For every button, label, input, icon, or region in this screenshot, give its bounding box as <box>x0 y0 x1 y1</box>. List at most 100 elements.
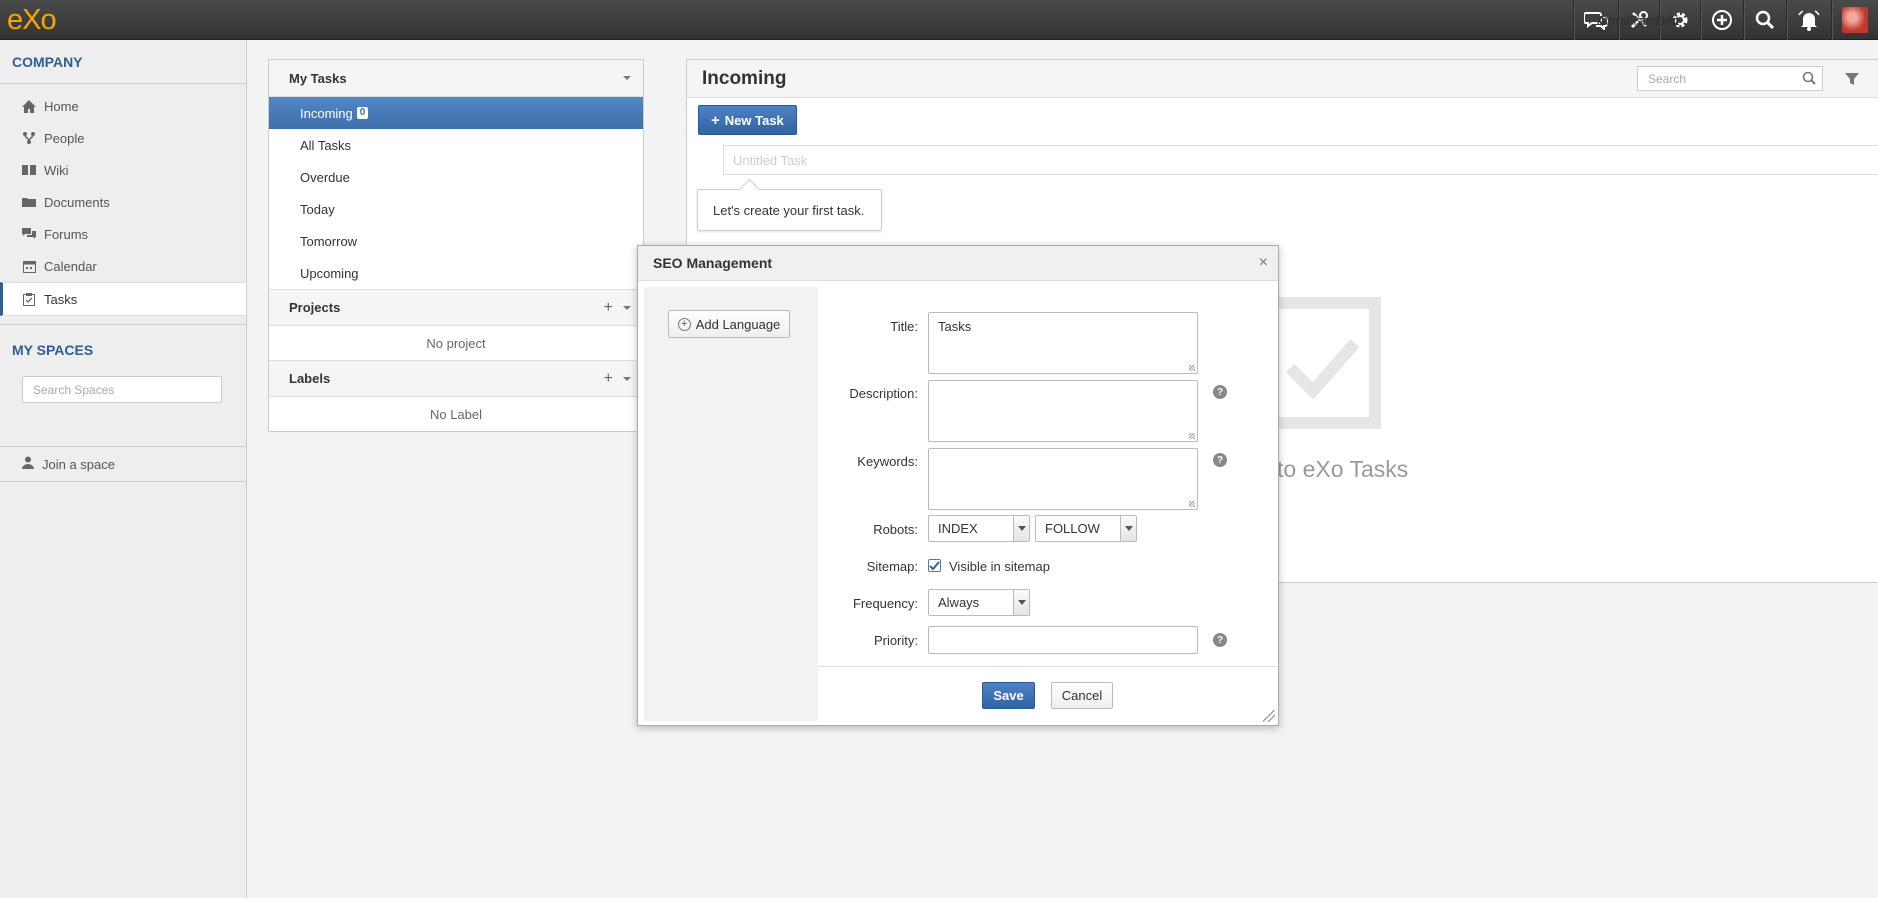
filter-overdue[interactable]: Overdue <box>269 161 643 193</box>
robots-label: Robots: <box>873 522 918 537</box>
robots-index-select[interactable]: INDEX <box>928 515 1030 542</box>
join-space-link[interactable]: Join a space <box>0 446 246 482</box>
search-spaces-input[interactable]: Search Spaces <box>22 376 222 403</box>
close-icon[interactable]: × <box>1259 254 1268 272</box>
user-name: CoralPay Dev <box>1598 12 1679 28</box>
filter-icon[interactable] <box>1845 70 1859 92</box>
sidebar-item-tasks[interactable]: Tasks <box>0 282 246 316</box>
sitemap-text: Visible in sitemap <box>949 559 1050 574</box>
checkmark-icon <box>929 560 940 570</box>
add-language-button[interactable]: + Add Language <box>668 310 790 338</box>
search-icon <box>1754 9 1776 31</box>
description-field[interactable] <box>928 380 1198 442</box>
add-label-icon[interactable]: + <box>604 370 613 388</box>
chevron-down-icon[interactable] <box>623 76 631 80</box>
filter-label: Tomorrow <box>300 233 358 249</box>
dialog-footer: Save Cancel <box>818 666 1278 724</box>
dialog-header: SEO Management × <box>638 246 1278 281</box>
add-language-label: Add Language <box>695 316 781 332</box>
sidebar-item-label: Tasks <box>44 291 78 307</box>
labels-header[interactable]: Labels + <box>269 360 643 397</box>
projects-header[interactable]: Projects + <box>269 289 643 326</box>
left-sidebar: COMPANY Home People Wiki Documents Forum… <box>0 40 247 898</box>
sidebar-item-people[interactable]: People <box>0 122 246 154</box>
search-input[interactable]: Search <box>1637 66 1823 91</box>
frequency-label: Frequency: <box>852 596 918 611</box>
help-icon[interactable]: ? <box>1213 633 1227 647</box>
filter-upcoming[interactable]: Upcoming <box>269 257 643 289</box>
no-label-text: No Label <box>429 406 483 422</box>
title-label: Title: <box>890 319 918 334</box>
task-title-input[interactable]: Untitled Task <box>723 145 1878 175</box>
company-nav: Home People Wiki Documents Forums Calend… <box>0 84 246 316</box>
sitemap-checkbox[interactable] <box>928 559 941 572</box>
language-panel: + Add Language <box>644 287 818 721</box>
no-project-text: No project <box>426 335 486 351</box>
sidebar-item-calendar[interactable]: Calendar <box>0 250 246 282</box>
sidebar-item-forums[interactable]: Forums <box>0 218 246 250</box>
bell-icon <box>1797 9 1821 31</box>
my-tasks-title: My Tasks <box>289 70 347 86</box>
sidebar-item-label: Wiki <box>44 162 69 178</box>
chevron-down-icon <box>1013 590 1029 615</box>
filter-incoming[interactable]: Incoming 0 <box>269 97 643 129</box>
notifications-button[interactable] <box>1786 0 1831 40</box>
plus-icon: + <box>711 111 720 129</box>
sidebar-item-documents[interactable]: Documents <box>0 186 246 218</box>
welcome-text: to eXo Tasks <box>1277 456 1409 482</box>
sidebar-item-home[interactable]: Home <box>0 90 246 122</box>
user-menu[interactable]: CoralPay Dev <box>1599 0 1878 40</box>
home-icon <box>22 99 36 113</box>
frequency-select[interactable]: Always <box>928 589 1030 616</box>
new-task-button[interactable]: + New Task <box>698 105 797 135</box>
forums-icon <box>22 227 36 241</box>
sitemap-label: Sitemap: <box>866 559 918 574</box>
search-button[interactable] <box>1743 0 1786 40</box>
tasks-icon <box>22 292 36 306</box>
select-value: FOLLOW <box>1045 521 1100 536</box>
search-icon[interactable] <box>1802 71 1816 88</box>
select-value: INDEX <box>938 521 978 536</box>
filter-tomorrow[interactable]: Tomorrow <box>269 225 643 257</box>
panel-header: Incoming Search <box>687 60 1878 98</box>
robots-follow-select[interactable]: FOLLOW <box>1035 515 1137 542</box>
add-project-icon[interactable]: + <box>604 299 613 317</box>
keywords-field[interactable] <box>928 448 1198 510</box>
help-icon[interactable]: ? <box>1213 385 1227 399</box>
priority-field[interactable] <box>928 626 1198 654</box>
documents-icon <box>22 195 36 209</box>
filter-all-tasks[interactable]: All Tasks <box>269 129 643 161</box>
calendar-icon <box>22 259 36 273</box>
add-button[interactable] <box>1700 0 1743 40</box>
filter-label: Incoming <box>300 105 353 121</box>
labels-title: Labels <box>289 371 331 386</box>
sidebar-item-label: Home <box>44 98 79 114</box>
join-space-icon <box>22 456 34 472</box>
plus-circle-icon <box>1711 9 1733 31</box>
avatar <box>1842 7 1868 33</box>
sidebar-item-label: Calendar <box>44 258 97 274</box>
chevron-down-icon[interactable] <box>623 377 631 381</box>
title-field[interactable]: Tasks <box>928 312 1198 374</box>
my-tasks-header[interactable]: My Tasks <box>269 60 643 97</box>
sidebar-item-label: Forums <box>44 226 89 242</box>
my-spaces-heading[interactable]: MY SPACES <box>0 324 246 374</box>
description-label: Description: <box>849 386 918 401</box>
exo-logo[interactable]: eXo <box>7 3 57 37</box>
cancel-button[interactable]: Cancel <box>1051 682 1113 709</box>
company-heading[interactable]: COMPANY <box>0 40 246 84</box>
save-button[interactable]: Save <box>982 682 1035 709</box>
sidebar-item-wiki[interactable]: Wiki <box>0 154 246 186</box>
priority-label: Priority: <box>873 633 918 648</box>
top-nav-actions: Edit Administration CoralPay Dev <box>1573 0 1878 40</box>
first-task-tooltip: Let's create your first task. <box>697 189 882 231</box>
dialog-title: SEO Management <box>653 255 773 271</box>
filter-today[interactable]: Today <box>269 193 643 225</box>
chevron-down-icon[interactable] <box>623 306 631 310</box>
wiki-icon <box>22 163 36 177</box>
sidebar-item-label: People <box>44 130 85 146</box>
help-icon[interactable]: ? <box>1213 453 1227 467</box>
task-filter-panel: My Tasks Incoming 0 All Tasks Overdue To… <box>268 59 644 432</box>
filter-label: All Tasks <box>300 137 352 153</box>
resize-handle-icon[interactable] <box>1263 710 1275 722</box>
